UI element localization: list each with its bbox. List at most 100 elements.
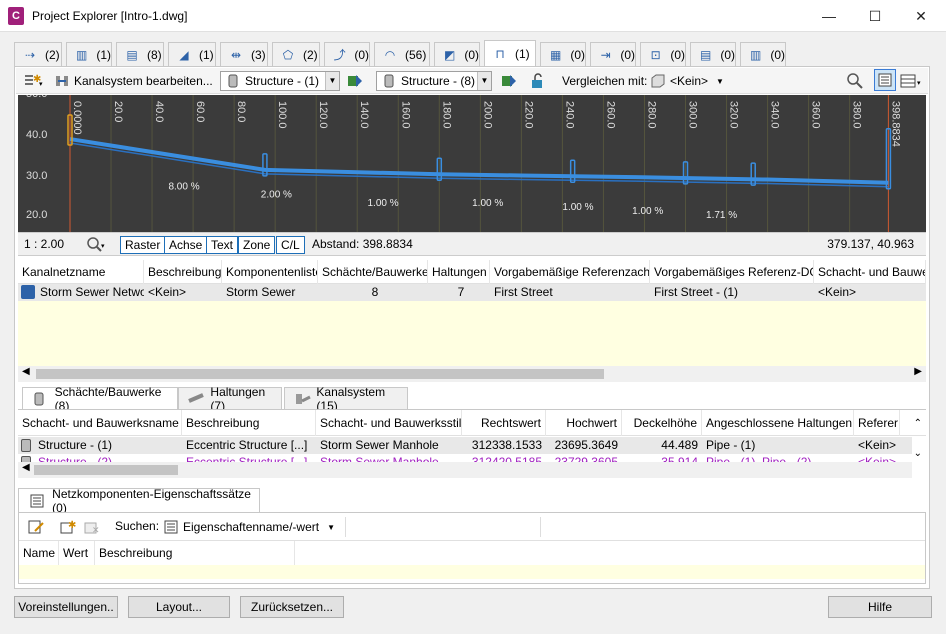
column-header[interactable]: Schacht- und Bauwerk [814, 260, 926, 284]
column-header[interactable]: Deckelhöhe [622, 410, 702, 436]
y-axis-label: 50.0 [26, 95, 47, 100]
tab-assembly[interactable]: ⊡ (0) [640, 42, 686, 66]
compare-dropdown[interactable]: <Kein> ▼ [650, 71, 724, 91]
search-field-dropdown[interactable]: Eigenschaftenname/-wert ▼ [163, 517, 341, 537]
column-header[interactable]: Rechtswert [462, 410, 546, 436]
zoom-icon[interactable]: ▾ [86, 236, 108, 257]
tab-pressure-network[interactable]: ▦ (0) [540, 42, 586, 66]
column-header[interactable]: Name [19, 541, 59, 565]
text-button[interactable]: Text [206, 236, 239, 254]
x-axis-label: 160.0 [399, 101, 411, 129]
horizontal-scrollbar[interactable]: ◀ ▶ [18, 366, 926, 382]
table-row[interactable]: Structure - (2) Eccentric Structure [...]… [18, 454, 912, 462]
layout-view-icon[interactable]: ▾ [900, 71, 924, 91]
structure-icon [34, 392, 44, 405]
scrollbar-thumb[interactable] [36, 369, 604, 379]
add-icon[interactable]: ✱ ▾ [22, 71, 44, 91]
search-input[interactable] [345, 517, 541, 537]
x-axis-label: 40.0 [153, 101, 165, 122]
tab-count: (0) [670, 47, 685, 62]
tab-network[interactable]: Kanalsystem (15) [284, 385, 408, 413]
slope-label: 1.00 % [562, 202, 593, 213]
section-icon: ⇥ [600, 47, 611, 62]
scroll-up-icon[interactable]: ⌃ [914, 418, 922, 429]
tab-sheet[interactable]: ▥ (0) [740, 42, 786, 66]
tab-structures[interactable]: Schächte/Bauwerke (8) [22, 385, 178, 413]
column-header[interactable]: Kanalnetzname [18, 260, 144, 284]
column-header[interactable]: Beschreibung [144, 260, 222, 284]
column-header[interactable]: Referer [854, 410, 900, 436]
x-axis-label: 240.0 [563, 101, 575, 129]
tab-section[interactable]: ⇥ (0) [590, 42, 636, 66]
column-header[interactable]: Komponentenliste [222, 260, 318, 284]
tab-pipes[interactable]: Haltungen (7) [178, 385, 282, 413]
delete-property-icon[interactable]: ✕ [83, 519, 101, 538]
minimize-button[interactable]: — [806, 0, 852, 32]
zoom-to-structure-2-icon[interactable] [500, 71, 518, 91]
tab-parcel[interactable]: ⬠ (2) [272, 42, 320, 66]
property-list-icon [164, 520, 178, 534]
column-header[interactable]: Schacht- und Bauwerksname [18, 410, 182, 436]
close-button[interactable]: ✕ [898, 0, 944, 32]
tab-surface[interactable]: ◩ (0) [434, 42, 480, 66]
unlock-icon[interactable] [530, 71, 548, 91]
table-row[interactable]: Storm Sewer Network <Kein> Storm Sewer 8 7 Fi… [18, 284, 926, 301]
column-header[interactable]: Schacht- und Bauwerksstil [316, 410, 462, 436]
table-cell: Storm Sewer Network [40, 285, 144, 299]
scrollbar-thumb[interactable] [34, 465, 178, 475]
tab-table[interactable]: ▤ (0) [690, 42, 736, 66]
help-button[interactable]: Hilfe [828, 596, 932, 618]
list-view-icon[interactable] [874, 69, 896, 91]
structure-icon [228, 74, 238, 88]
edit-property-icon[interactable] [27, 519, 45, 538]
tab-alignment[interactable]: ⇢ (2) [14, 42, 62, 66]
scroll-left-icon[interactable]: ◀ [22, 366, 30, 377]
horizontal-scrollbar[interactable]: ◀ [18, 462, 912, 478]
settings-button[interactable]: Voreinstellungen.. [14, 596, 118, 618]
centerline-button[interactable]: C/L [276, 236, 305, 254]
add-property-icon[interactable]: ✱ [59, 519, 77, 538]
tab-count: (3) [251, 47, 266, 62]
profile-view[interactable]: 50.0 40.0 30.0 20.0 0.0000 20.0 40.0 60.0 80.0 10… [18, 95, 926, 232]
slope-label: 2.00 % [261, 190, 292, 201]
column-header[interactable]: Angeschlossene Haltungen [702, 410, 854, 436]
reset-button[interactable]: Zurücksetzen... [240, 596, 344, 618]
scroll-left-icon[interactable]: ◀ [22, 462, 30, 473]
property-sets-tab[interactable]: Netzkomponenten-Eigenschaftssätze (0) [18, 487, 260, 515]
axis-button[interactable]: Achse [164, 236, 208, 254]
column-header[interactable]: Vorgabemäßige Referenzachse [490, 260, 650, 284]
maximize-button[interactable]: ☐ [852, 0, 898, 32]
structure-combo-1[interactable]: Structure - (1) ▼ [220, 71, 340, 91]
raster-button[interactable]: Raster [120, 236, 166, 254]
structure-icon [21, 439, 31, 452]
scroll-down-icon[interactable]: ⌄ [914, 448, 922, 459]
tab-profile-view[interactable]: ▥ (1) [66, 42, 112, 66]
column-header[interactable]: Beschreibung [182, 410, 316, 436]
zoom-to-structure-icon[interactable] [346, 71, 364, 91]
tab-count: (2) [45, 47, 60, 62]
tab-pipe-network[interactable]: ◠ (56) [374, 42, 430, 66]
structure-combo-2[interactable]: Structure - (8) ▼ [376, 71, 492, 91]
tab-profile[interactable]: ▤ (8) [116, 42, 164, 66]
y-axis-label: 30.0 [26, 170, 47, 182]
tab-feature-line[interactable]: ⤴ (0) [324, 42, 370, 66]
tab-structure[interactable]: ⊓ (1) [484, 40, 536, 66]
scroll-right-icon[interactable]: ▶ [914, 366, 922, 377]
tab-sample-line[interactable]: ⇹ (3) [220, 42, 268, 66]
zone-button[interactable]: Zone [238, 236, 276, 254]
column-header[interactable]: Wert [59, 541, 95, 565]
search-icon[interactable] [846, 71, 864, 91]
column-header[interactable]: Beschreibung [95, 541, 295, 565]
structure-marker[interactable] [569, 159, 576, 184]
assembly-icon: ⊡ [650, 47, 661, 62]
column-header[interactable]: Schächte/Bauwerke [318, 260, 428, 284]
table-row[interactable]: Structure - (1) Eccentric Structure [...]… [18, 437, 912, 454]
tab-corridor[interactable]: ◢ (1) [168, 42, 216, 66]
column-header[interactable]: Vorgabemäßiges Referenz-DGM [650, 260, 814, 284]
structure-marker[interactable] [262, 153, 268, 177]
edit-network-button[interactable]: Kanalsystem bearbeiten... [54, 71, 213, 91]
layout-button[interactable]: Layout... [128, 596, 230, 618]
structure-marker[interactable] [750, 162, 756, 186]
column-header[interactable]: Haltungen [428, 260, 490, 284]
column-header[interactable]: Hochwert [546, 410, 622, 436]
